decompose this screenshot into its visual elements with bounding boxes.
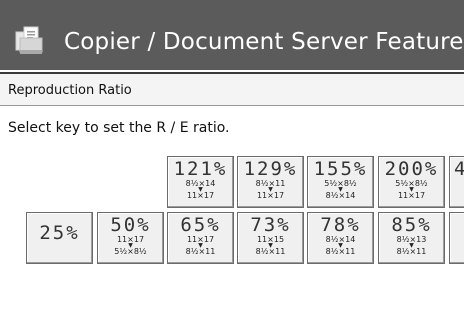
ratio-key-partial-bottom[interactable] (449, 212, 464, 264)
paper-sizes: 11×15 ▼ 8½×11 (238, 236, 303, 256)
section-header: Reproduction Ratio (0, 72, 464, 106)
ratio-label: 4 (450, 158, 464, 180)
to-size: 5½×8½ (114, 247, 147, 256)
to-size: 11×17 (256, 191, 285, 200)
to-size: 8½×11 (396, 247, 427, 256)
ratio-key-65[interactable]: 65% 11×17 ▼ 8½×11 (167, 212, 234, 264)
ratio-label: 78% (320, 214, 361, 236)
to-size: 8½×11 (185, 247, 216, 256)
copier-icon (15, 26, 43, 54)
ratio-key-85[interactable]: 85% 8½×13 ▼ 8½×11 (378, 212, 445, 264)
to-size: 8½×14 (325, 191, 356, 200)
paper-sizes: 8½×11 ▼ 11×17 (238, 180, 303, 200)
copier-screen: Copier / Document Server Features Reprod… (0, 0, 464, 332)
paper-sizes: 8½×13 ▼ 8½×11 (379, 236, 444, 256)
ratio-label: 25% (39, 222, 80, 244)
ratio-label: 50% (110, 214, 151, 236)
ratio-key-155[interactable]: 155% 5½×8½ ▼ 8½×14 (307, 156, 374, 208)
ratio-key-129[interactable]: 129% 8½×11 ▼ 11×17 (237, 156, 304, 208)
ratio-label: 65% (180, 214, 221, 236)
ratio-label: 129% (243, 158, 298, 180)
ratio-key-200[interactable]: 200% 5½×8½ ▼ 11×17 (378, 156, 445, 208)
ratio-label: 73% (250, 214, 291, 236)
ratio-label: 85% (391, 214, 432, 236)
page-title: Copier / Document Server Features (64, 29, 464, 55)
ratio-key-73[interactable]: 73% 11×15 ▼ 8½×11 (237, 212, 304, 264)
ratio-key-121[interactable]: 121% 8½×14 ▼ 11×17 (167, 156, 234, 208)
ratio-key-50[interactable]: 50% 11×17 ▼ 5½×8½ (97, 212, 164, 264)
to-size: 11×17 (397, 191, 426, 200)
ratio-label: 200% (384, 158, 439, 180)
to-size: 8½×11 (325, 247, 356, 256)
to-size: 8½×11 (255, 247, 286, 256)
ratio-key-78[interactable]: 78% 8½×14 ▼ 8½×11 (307, 212, 374, 264)
to-size: 11×17 (186, 191, 215, 200)
section-title: Reproduction Ratio (8, 83, 132, 98)
title-bar: Copier / Document Server Features (0, 0, 464, 70)
paper-sizes: 11×17 ▼ 8½×11 (168, 236, 233, 256)
paper-sizes: 8½×14 ▼ 8½×11 (308, 236, 373, 256)
paper-sizes: 8½×14 ▼ 11×17 (168, 180, 233, 200)
ratio-label: 155% (313, 158, 368, 180)
instruction-text: Select key to set the R / E ratio. (8, 120, 230, 136)
paper-sizes: 5½×8½ ▼ 8½×14 (308, 180, 373, 200)
ratio-key-25[interactable]: 25% (26, 212, 93, 264)
ratio-label: 121% (173, 158, 228, 180)
paper-sizes: 11×17 ▼ 5½×8½ (98, 236, 163, 256)
ratio-key-partial-4[interactable]: 4 (449, 156, 464, 208)
paper-sizes: 5½×8½ ▼ 11×17 (379, 180, 444, 200)
